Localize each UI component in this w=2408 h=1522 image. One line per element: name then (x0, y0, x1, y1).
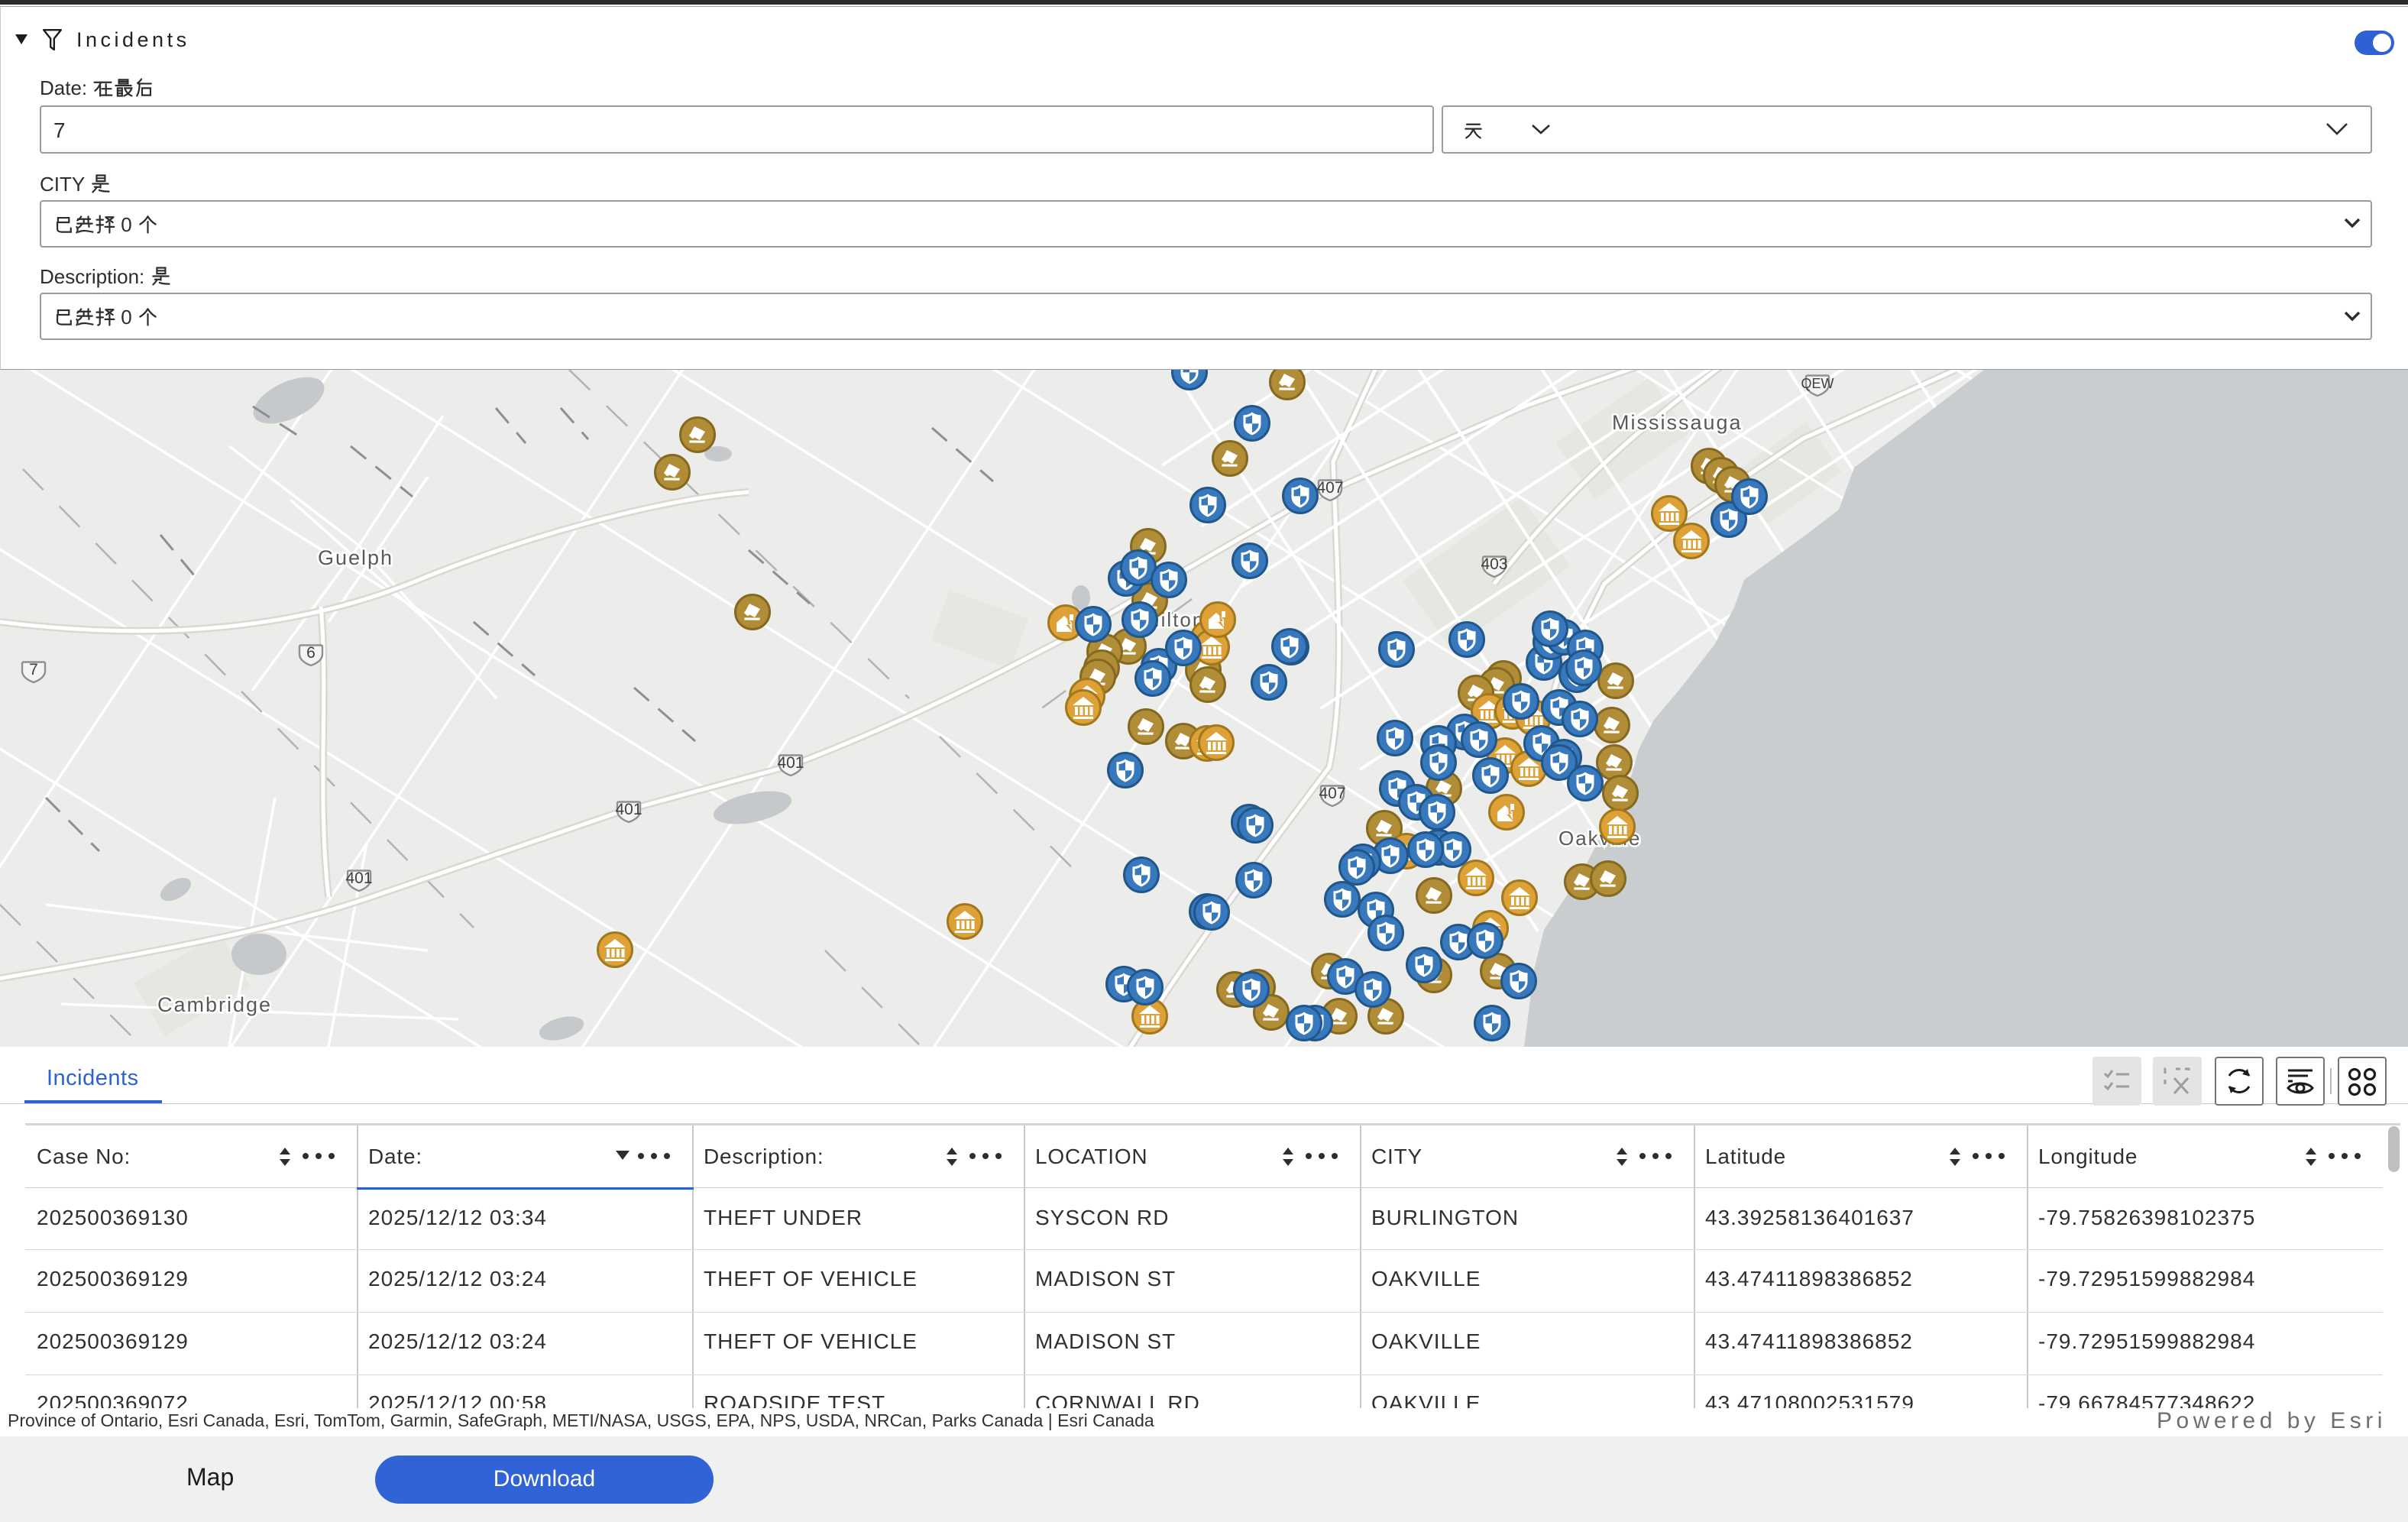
svg-text:7: 7 (29, 661, 38, 678)
svg-text:407: 407 (1319, 785, 1345, 802)
svg-text:QEW: QEW (1801, 376, 1834, 391)
svg-text:401: 401 (777, 754, 804, 772)
svg-text:407: 407 (1316, 479, 1343, 497)
svg-text:Cambridge: Cambridge (157, 993, 272, 1016)
svg-text:401: 401 (615, 801, 642, 818)
svg-text:403: 403 (1481, 555, 1507, 573)
svg-text:6: 6 (306, 644, 316, 662)
svg-text:401: 401 (345, 869, 372, 887)
svg-text:Mississauga: Mississauga (1612, 411, 1743, 434)
svg-text:Guelph: Guelph (318, 546, 393, 569)
